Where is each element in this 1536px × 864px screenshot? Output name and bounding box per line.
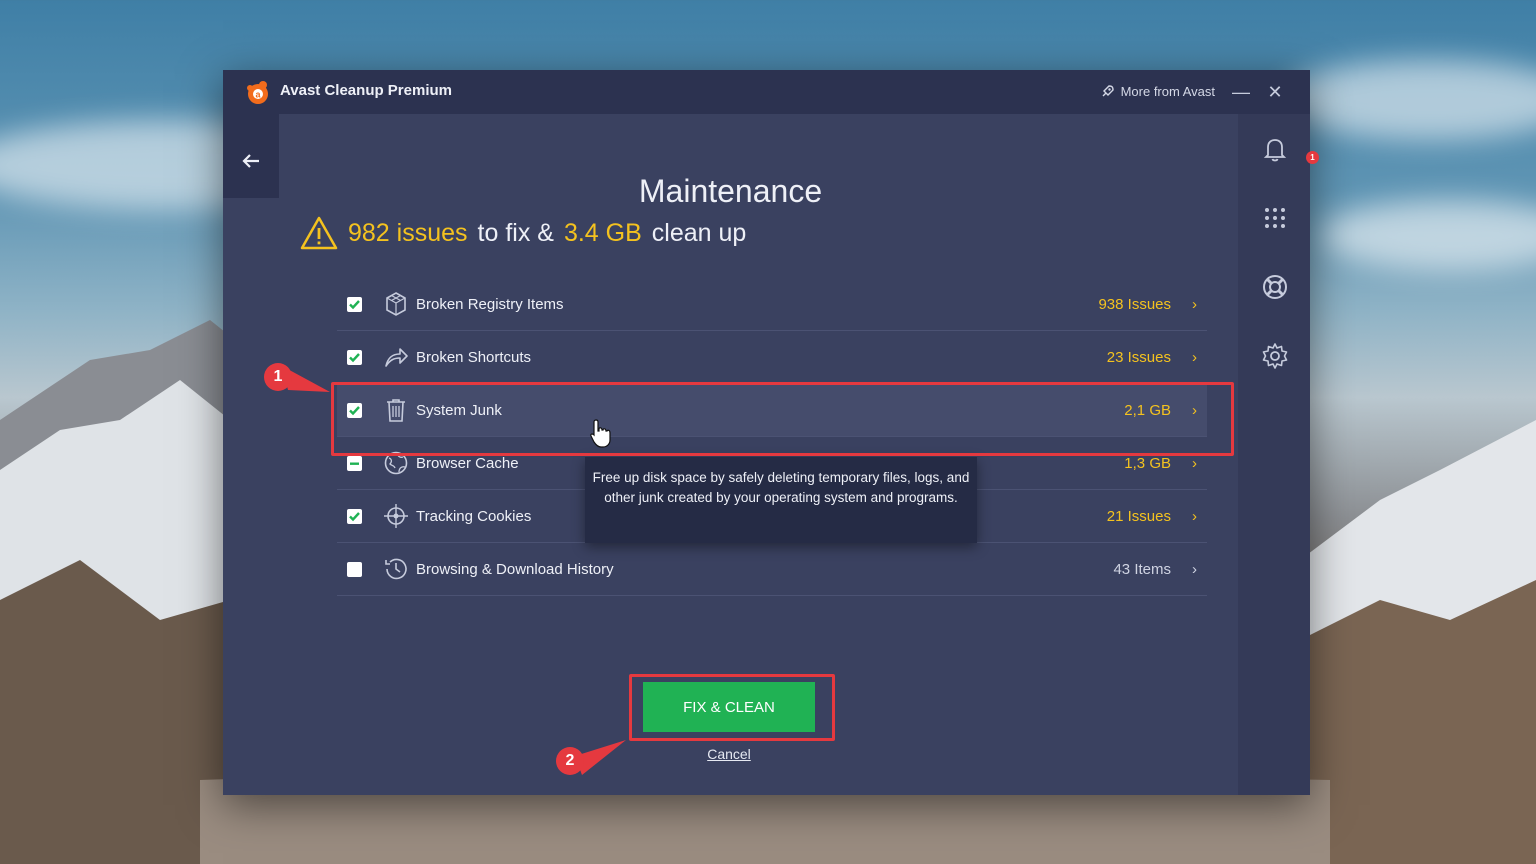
annotation-marker-1: 1 bbox=[264, 363, 292, 391]
annotation-pointers bbox=[282, 366, 626, 775]
annotation-marker-2: 2 bbox=[556, 747, 584, 775]
